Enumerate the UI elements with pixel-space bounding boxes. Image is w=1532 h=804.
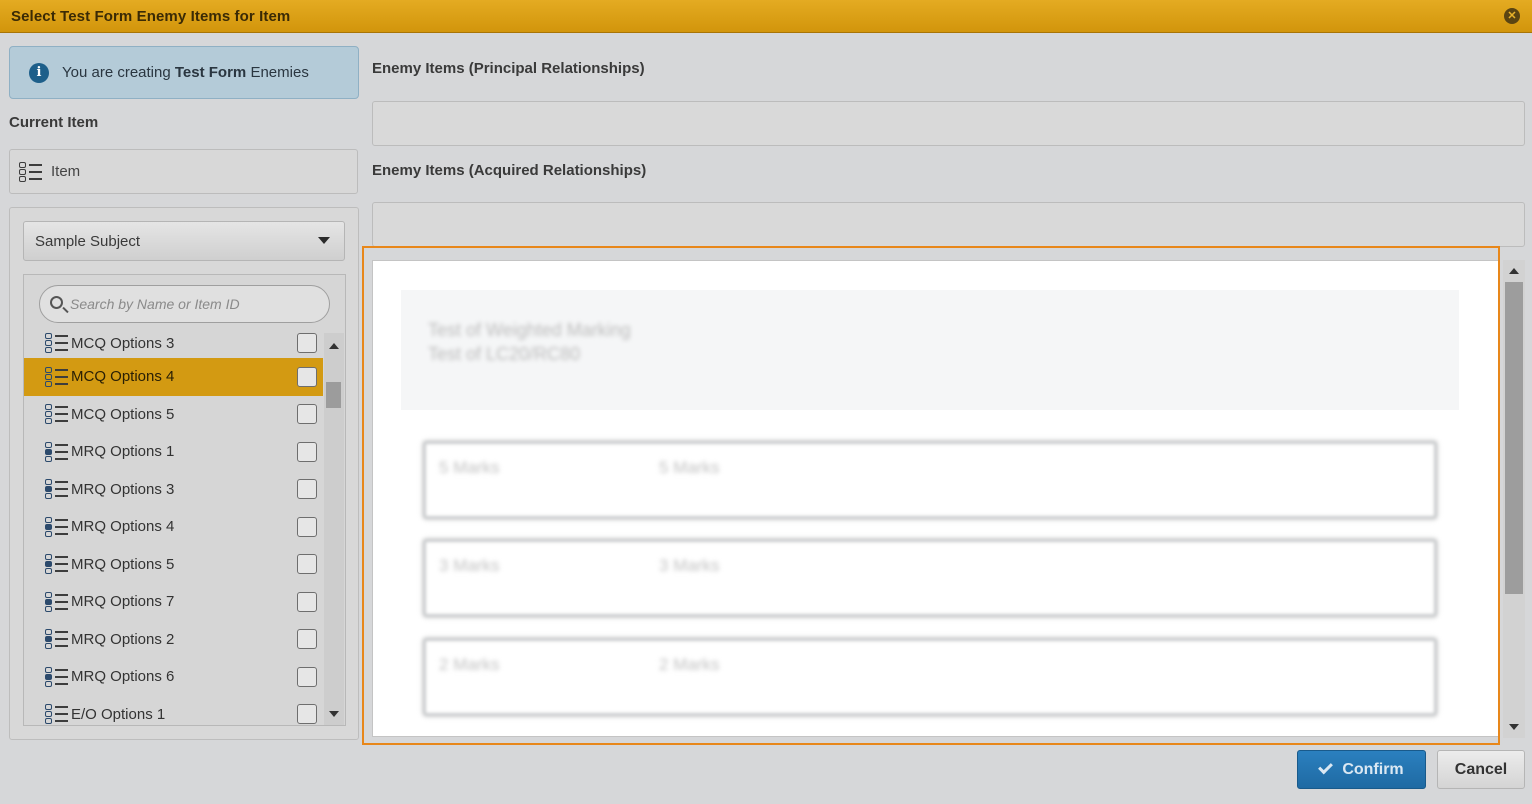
acquired-enemies-field — [372, 202, 1525, 247]
list-item-label: MRQ Options 6 — [71, 668, 175, 686]
info-prefix: You are creating — [62, 64, 171, 81]
confirm-label: Confirm — [1342, 760, 1404, 778]
item-browser-panel: Sample Subject MCQ Options 3MCQ Options … — [9, 207, 359, 740]
item-list-icon — [45, 333, 69, 354]
scroll-down-icon[interactable] — [329, 711, 339, 717]
list-item-label: MRQ Options 2 — [71, 630, 175, 648]
item-checkbox[interactable] — [297, 704, 317, 725]
item-checkbox[interactable] — [297, 516, 317, 537]
list-item[interactable]: MRQ Options 5 — [24, 546, 323, 584]
item-checkbox[interactable] — [297, 479, 317, 500]
scroll-down-icon[interactable] — [1509, 724, 1519, 730]
item-list-icon — [45, 666, 69, 688]
item-list-icon — [45, 366, 69, 388]
list-item-label: MCQ Options 3 — [71, 334, 175, 352]
item-checkbox[interactable] — [297, 554, 317, 575]
list-item[interactable]: MRQ Options 3 — [24, 471, 323, 509]
list-item-label: MCQ Options 5 — [71, 405, 175, 423]
item-checkbox[interactable] — [297, 366, 317, 387]
list-item[interactable]: MRQ Options 6 — [24, 658, 323, 696]
item-checkbox[interactable] — [297, 629, 317, 650]
item-list-icon — [45, 478, 69, 500]
subject-select-value: Sample Subject — [35, 232, 141, 250]
scroll-thumb[interactable] — [1505, 282, 1523, 594]
item-checkbox[interactable] — [297, 591, 317, 612]
list-item[interactable]: MCQ Options 4 — [24, 358, 323, 396]
info-icon: i — [29, 62, 49, 83]
search-input[interactable] — [70, 296, 320, 312]
current-item-value: Item — [51, 163, 81, 180]
list-item-label: MRQ Options 3 — [71, 480, 175, 498]
acquired-label: Enemy Items (Acquired Relationships) — [372, 162, 647, 179]
current-item-label: Current Item — [9, 114, 99, 131]
dialog-titlebar: Select Test Form Enemy Items for Item ✕ — [0, 0, 1532, 33]
item-checkbox[interactable] — [297, 666, 317, 687]
item-list-icon — [45, 628, 69, 650]
item-list: MCQ Options 3 MCQ Options 4 MCQ Options 5 M… — [24, 333, 323, 725]
item-checkbox[interactable] — [297, 441, 317, 462]
preview-scrollbar[interactable] — [1503, 260, 1525, 738]
info-suffix: Enemies — [250, 64, 309, 81]
list-item-label: MRQ Options 4 — [71, 518, 175, 536]
list-item-label: MCQ Options 4 — [71, 368, 175, 386]
chevron-down-icon — [318, 237, 330, 244]
item-list-icon — [45, 516, 69, 538]
list-item[interactable]: E/O Options 1 — [24, 696, 323, 726]
cancel-label: Cancel — [1454, 760, 1508, 778]
list-item[interactable]: MRQ Options 4 — [24, 508, 323, 546]
item-list-icon — [45, 703, 69, 725]
list-item-label: MRQ Options 1 — [71, 443, 175, 461]
check-icon — [1318, 759, 1334, 775]
dialog-title: Select Test Form Enemy Items for Item — [11, 7, 291, 25]
cancel-button[interactable]: Cancel — [1437, 750, 1525, 789]
info-banner: i You are creating Test Form Enemies — [9, 46, 359, 99]
list-scrollbar[interactable] — [324, 333, 344, 725]
item-list-icon — [45, 591, 69, 613]
info-bold: Test Form — [174, 64, 247, 81]
scroll-up-icon[interactable] — [329, 343, 339, 349]
item-list-icon — [45, 553, 69, 575]
item-list-icon — [19, 161, 43, 183]
item-list-icon — [45, 441, 69, 463]
scroll-thumb[interactable] — [326, 382, 341, 408]
item-list-box: MCQ Options 3 MCQ Options 4 MCQ Options 5 M… — [23, 274, 346, 726]
preview-highlight — [362, 246, 1500, 745]
subject-select[interactable]: Sample Subject — [23, 221, 345, 261]
scroll-up-icon[interactable] — [1509, 268, 1519, 274]
item-checkbox[interactable] — [297, 404, 317, 425]
item-list-icon — [45, 403, 69, 425]
principal-label: Enemy Items (Principal Relationships) — [372, 60, 645, 77]
search-icon — [50, 296, 63, 309]
list-item[interactable]: MRQ Options 1 — [24, 433, 323, 471]
principal-enemies-field[interactable] — [372, 101, 1525, 146]
close-icon[interactable]: ✕ — [1504, 8, 1520, 24]
item-checkbox[interactable] — [297, 333, 317, 353]
list-item-label: MRQ Options 7 — [71, 593, 175, 611]
list-item[interactable]: MCQ Options 3 — [24, 333, 323, 358]
list-item-label: E/O Options 1 — [71, 705, 166, 723]
list-item[interactable]: MRQ Options 2 — [24, 621, 323, 659]
confirm-button[interactable]: Confirm — [1297, 750, 1426, 789]
list-item-label: MRQ Options 5 — [71, 555, 175, 573]
info-text: You are creating Test Form Enemies — [62, 64, 309, 81]
list-item[interactable]: MRQ Options 7 — [24, 583, 323, 621]
current-item-field: Item — [9, 149, 358, 194]
list-item[interactable]: MCQ Options 5 — [24, 396, 323, 434]
search-box[interactable] — [39, 285, 330, 323]
